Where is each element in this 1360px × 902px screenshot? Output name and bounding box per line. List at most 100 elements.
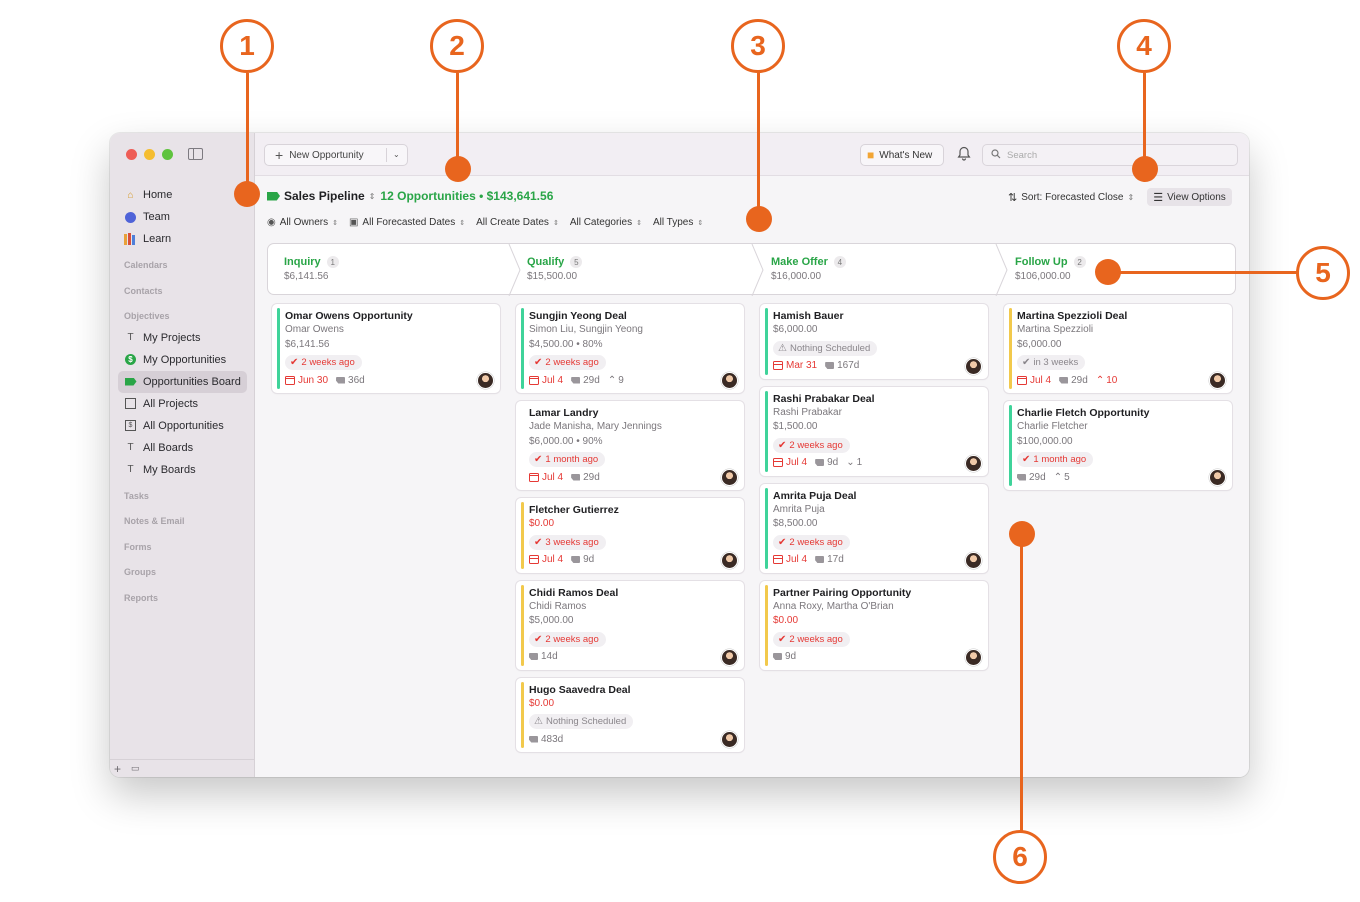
sidebar-toggle-icon[interactable] — [188, 148, 203, 160]
sidebar-item-my-opportunities[interactable]: $ My Opportunities — [118, 349, 247, 371]
pipeline-summary: 12 Opportunities • $143,641.56 — [380, 189, 554, 203]
gift-icon: ■ — [867, 148, 875, 162]
activity-pill: ⚠ Nothing Scheduled — [529, 714, 634, 729]
sidebar-item-team[interactable]: Team — [118, 206, 247, 228]
sidebar-item-my-projects[interactable]: T My Projects — [118, 327, 247, 349]
bell-icon[interactable] — [956, 146, 972, 162]
filter-types[interactable]: All Types ⇕ — [653, 217, 703, 228]
avatar[interactable] — [966, 455, 981, 471]
avatar[interactable] — [966, 649, 981, 665]
avatar[interactable] — [722, 470, 737, 485]
opportunity-card[interactable]: Chidi Ramos Deal Chidi Ramos $5,000.00 ✔… — [516, 580, 744, 670]
sidebar-nav: ⌂ Home Team Learn Calendars Contacts Obj… — [118, 184, 247, 608]
sidebar-item-home[interactable]: ⌂ Home — [118, 184, 247, 206]
view-options-button[interactable]: ☰ View Options — [1147, 188, 1232, 206]
pipeline-selector[interactable]: Sales Pipeline — [284, 189, 365, 203]
updown-chevron-icon[interactable]: ⇕ — [1127, 193, 1134, 202]
sidebar-section-notes[interactable]: Notes & Email — [118, 506, 247, 532]
filter-categories[interactable]: All Categories ⇕ — [570, 217, 642, 228]
age: 167d — [825, 360, 859, 371]
opportunity-card[interactable]: Amrita Puja Deal Amrita Puja $8,500.00 ✔… — [760, 483, 988, 573]
new-opportunity-button[interactable]: + New Opportunity ⌄ — [264, 144, 408, 166]
card-title: Hamish Bauer — [773, 310, 844, 322]
chevron-down-icon[interactable]: ⌄ — [393, 150, 400, 159]
sidebar-section-tasks[interactable]: Tasks — [118, 481, 247, 507]
sidebar-section-contacts[interactable]: Contacts — [118, 276, 247, 302]
sidebar-item-all-boards[interactable]: T All Boards — [118, 437, 247, 459]
avatar[interactable] — [966, 552, 981, 568]
opportunity-card[interactable]: Fletcher Gutierrez $0.00 ✔ 3 weeks ago Ju… — [516, 498, 744, 573]
avatar[interactable] — [722, 732, 737, 747]
sidebar-item-opportunities-board[interactable]: Opportunities Board — [118, 370, 247, 393]
avatar[interactable] — [966, 358, 981, 374]
sidebar-item-all-projects[interactable]: All Projects — [118, 393, 247, 415]
close-date: Jul 4 — [1017, 375, 1051, 386]
search-icon — [991, 148, 1001, 162]
filter-create-dates[interactable]: All Create Dates ⇕ — [476, 217, 559, 228]
opportunity-card[interactable]: Hugo Saavedra Deal $0.00 ⚠ Nothing Schedu… — [516, 677, 744, 752]
stage-make-offer[interactable]: Make Offer 4 $16,000.00 — [771, 256, 846, 282]
card-value: $6,000.00 — [1017, 338, 1062, 350]
updown-chevron-icon[interactable]: ⇕ — [369, 192, 376, 201]
filter-bar: ◉ All Owners ⇕ ▣ All Forecasted Dates ⇕ … — [267, 217, 714, 228]
filter-owners[interactable]: ◉ All Owners ⇕ — [267, 217, 338, 228]
minimize-window-button[interactable] — [144, 149, 155, 160]
sidebar-item-all-opportunities[interactable]: $ All Opportunities — [118, 415, 247, 437]
card-value: $8,500.00 — [773, 518, 818, 529]
close-date: Jul 4 — [529, 472, 563, 483]
opportunity-card[interactable]: Omar Owens Opportunity Omar Owens $6,141… — [272, 304, 500, 393]
note-icon — [1059, 376, 1069, 384]
sidebar-item-my-boards[interactable]: T My Boards — [118, 459, 247, 481]
stage-count-badge: 4 — [833, 256, 846, 268]
activity-pill: ✔ 2 weeks ago — [773, 631, 850, 647]
opportunity-card[interactable]: Lamar Landry Jade Manisha, Mary Jennings… — [516, 401, 744, 490]
age-label: 9d — [583, 554, 595, 565]
sidebar-section-calendars[interactable]: Calendars — [118, 250, 247, 276]
sidebar-section-reports[interactable]: Reports — [118, 583, 247, 609]
close-window-button[interactable] — [126, 149, 137, 160]
stage-amount: $15,500.00 — [527, 271, 578, 282]
opportunity-card[interactable]: Sungjin Yeong Deal Simon Liu, Sungjin Ye… — [516, 304, 744, 393]
check-icon: ✔ — [778, 439, 787, 451]
opportunity-card[interactable]: Rashi Prabakar Deal Rashi Prabakar $1,50… — [760, 386, 988, 476]
search-input[interactable]: Search — [982, 144, 1238, 166]
opportunity-card[interactable]: Charlie Fletch Opportunity Charlie Fletc… — [1004, 401, 1232, 490]
zoom-window-button[interactable] — [162, 149, 173, 160]
calendar-icon[interactable]: ▭ — [131, 763, 140, 774]
callout-dot-4 — [1132, 156, 1158, 182]
sort-dropdown[interactable]: Sort: Forecasted Close — [1021, 192, 1123, 203]
activity-pill: ✔ 2 weeks ago — [773, 437, 850, 453]
sidebar-section-groups[interactable]: Groups — [118, 557, 247, 583]
avatar[interactable] — [722, 552, 737, 568]
avatar[interactable] — [478, 373, 493, 388]
stage-amount: $16,000.00 — [771, 271, 822, 282]
filter-forecasted-dates[interactable]: ▣ All Forecasted Dates ⇕ — [349, 217, 465, 228]
card-contact: Charlie Fletcher — [1017, 421, 1088, 432]
add-icon[interactable]: + — [114, 762, 121, 776]
sidebar-item-learn[interactable]: Learn — [118, 228, 247, 250]
avatar[interactable] — [1210, 373, 1225, 388]
check-icon: ✔ — [534, 633, 543, 645]
home-icon: ⌂ — [127, 189, 134, 201]
avatar[interactable] — [1210, 470, 1225, 485]
filter-label: All Create Dates — [476, 217, 549, 228]
close-date-label: Mar 31 — [786, 360, 818, 371]
note-icon — [571, 376, 581, 384]
sidebar-section-forms[interactable]: Forms — [118, 532, 247, 558]
stage-amount: $6,141.56 — [284, 271, 329, 282]
opportunity-card[interactable]: Martina Spezzioli Deal Martina Spezzioli… — [1004, 304, 1232, 393]
avatar[interactable] — [722, 649, 737, 665]
card-meta: Jul 4 29d ⌃ 10 — [1017, 373, 1224, 387]
opportunity-card[interactable]: Partner Pairing Opportunity Anna Roxy, M… — [760, 580, 988, 670]
stage-follow-up[interactable]: Follow Up 2 $106,000.00 — [1015, 256, 1086, 282]
whats-new-button[interactable]: ■ What's New — [860, 144, 944, 166]
activity-label: 2 weeks ago — [789, 633, 843, 645]
boards-icon: T — [127, 442, 134, 453]
avatar[interactable] — [722, 373, 737, 388]
stage-qualify[interactable]: Qualify 5 $15,500.00 — [527, 256, 583, 282]
opportunity-card[interactable]: Hamish Bauer $6,000.00 ⚠ Nothing Schedule… — [760, 304, 988, 379]
tag-icon — [124, 375, 137, 388]
sidebar-item-label: All Opportunities — [143, 419, 224, 432]
stage-inquiry[interactable]: Inquiry 1 $6,141.56 — [284, 256, 339, 282]
sidebar-section-objectives[interactable]: Objectives — [118, 301, 247, 327]
